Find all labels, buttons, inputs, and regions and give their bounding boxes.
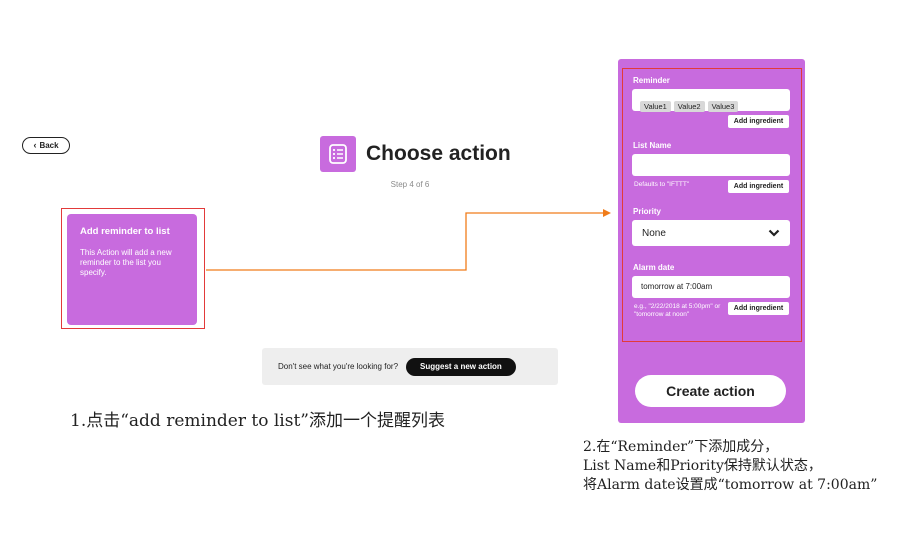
list-name-label: List Name: [633, 141, 672, 150]
annotation-step2: 2.在“Reminder”下添加成分， List Name和Priority保持…: [583, 438, 877, 495]
alarm-date-hint: e.g., "2/22/2018 at 5:00pm" or "tomorrow…: [634, 303, 721, 318]
alarm-date-value: tomorrow at 7:00am: [641, 282, 713, 291]
reminder-add-ingredient-button[interactable]: Add ingredient: [728, 115, 789, 128]
priority-select[interactable]: None: [632, 220, 790, 246]
alarm-date-input[interactable]: tomorrow at 7:00am: [632, 276, 790, 298]
annotation-step2-line2: List Name和Priority保持默认状态，: [583, 458, 822, 474]
priority-selected-value: None: [642, 227, 666, 239]
chevron-down-icon: [768, 229, 780, 237]
annotation-step2-line3: 将Alarm date设置成“tomorrow at 7:00am”: [583, 477, 878, 493]
list-name-hint: Defaults to "IFTTT": [634, 181, 690, 188]
priority-label: Priority: [633, 207, 662, 216]
alarm-date-add-ingredient-button[interactable]: Add ingredient: [728, 302, 789, 315]
ingredient-chip[interactable]: Value3: [707, 101, 739, 112]
list-name-input[interactable]: [632, 154, 790, 176]
annotation-step2-line1: 2.在“Reminder”下添加成分，: [583, 439, 779, 455]
list-name-add-ingredient-button[interactable]: Add ingredient: [728, 180, 789, 193]
create-action-button[interactable]: Create action: [635, 375, 786, 407]
reminder-label: Reminder: [633, 76, 670, 85]
ingredient-chip[interactable]: Value2: [673, 101, 705, 112]
annotation-step1: 1.点击“add reminder to list”添加一个提醒列表: [70, 411, 445, 431]
reminder-input[interactable]: Value1 Value2 Value3: [632, 89, 790, 112]
ingredient-chip[interactable]: Value1: [640, 101, 671, 112]
alarm-date-label: Alarm date: [633, 263, 675, 272]
